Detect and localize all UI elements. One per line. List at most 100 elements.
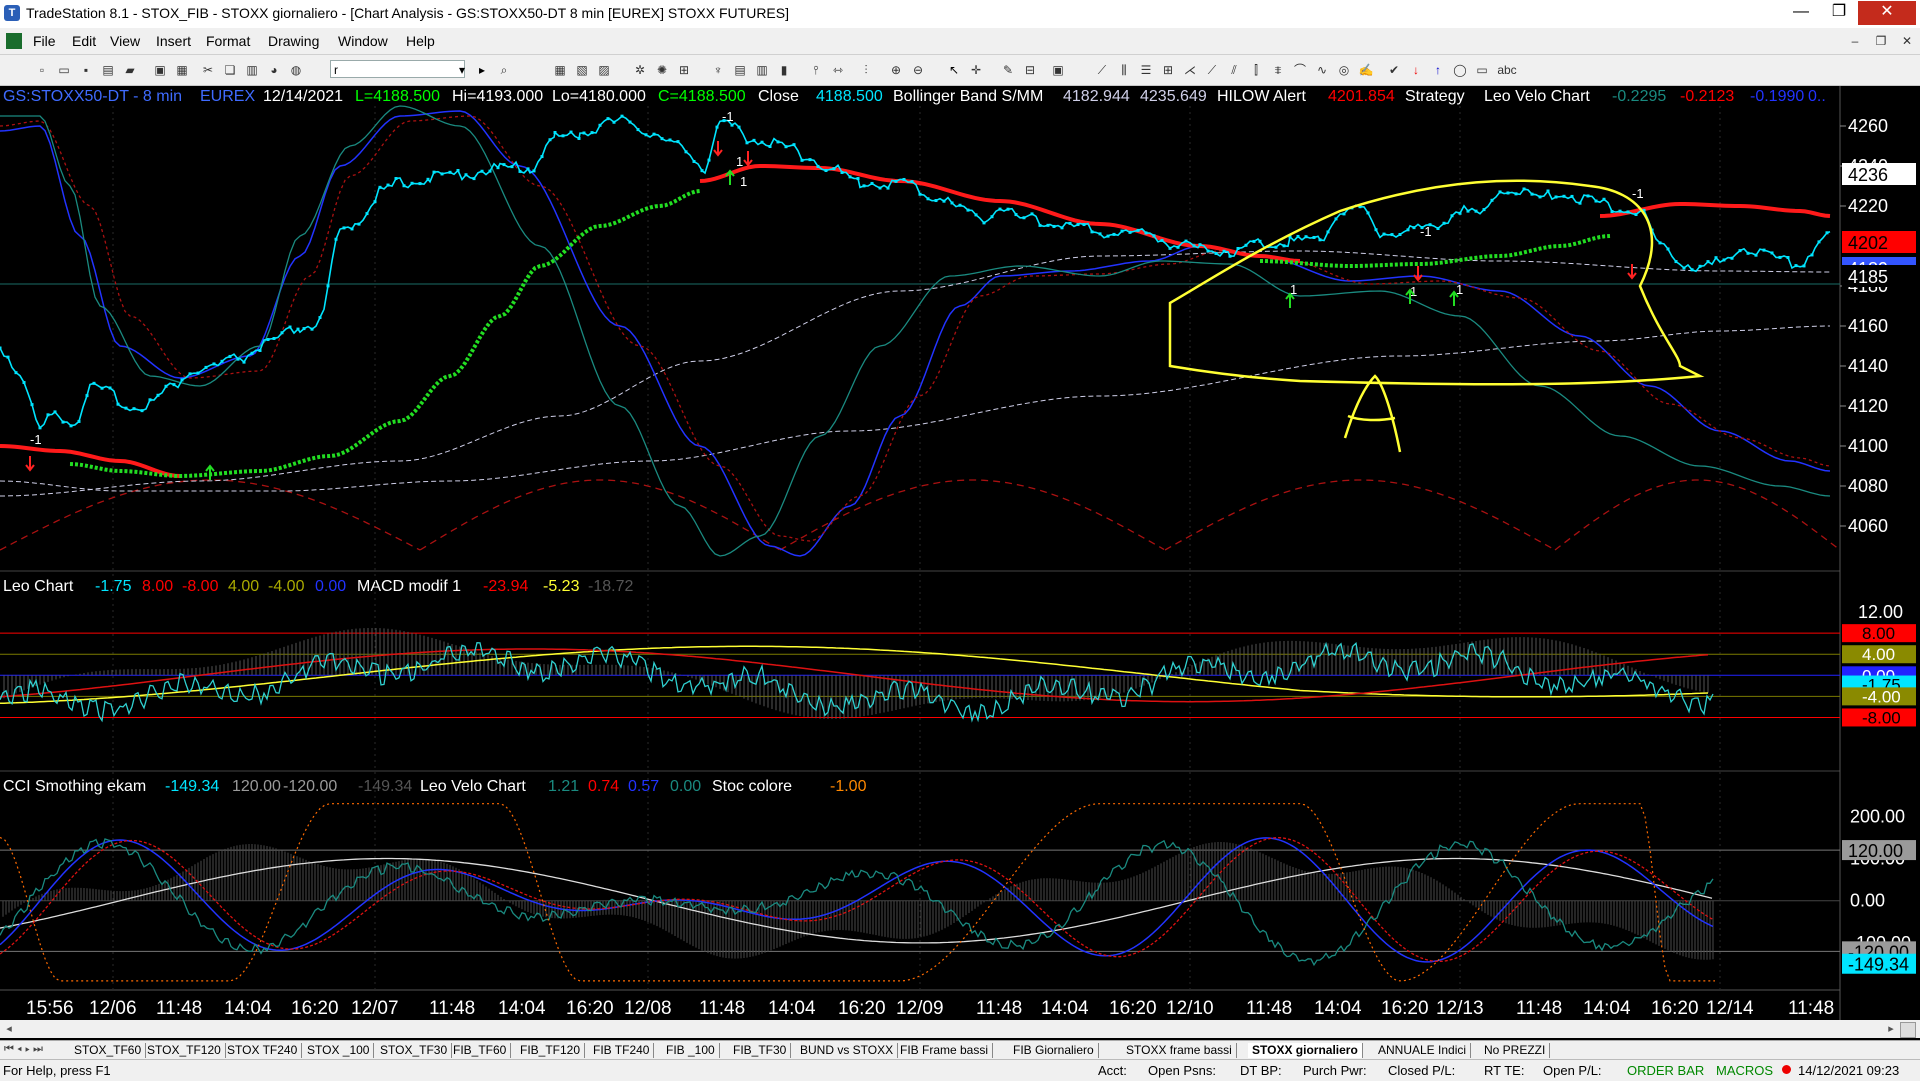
arrow-up-icon[interactable]: ↑: [1430, 62, 1446, 78]
mdi-close-button[interactable]: ✕: [1898, 32, 1916, 50]
tab-bund-vs-stoxx[interactable]: BUND vs STOXX: [796, 1043, 899, 1058]
rectangle-icon[interactable]: ▭: [1474, 62, 1490, 78]
order-bar-button[interactable]: ORDER BAR: [1627, 1063, 1704, 1078]
alerts-icon[interactable]: ♆: [710, 62, 726, 78]
price-bar: [280, 331, 284, 335]
print-icon[interactable]: ▦: [174, 62, 190, 78]
tab-fib-tf60[interactable]: FIB_TF60: [449, 1043, 512, 1058]
menu-view[interactable]: View: [110, 33, 140, 49]
line-chart-icon[interactable]: ⫯: [808, 62, 824, 78]
price-bar: [1006, 207, 1010, 211]
menu-help[interactable]: Help: [406, 33, 435, 49]
tab-stox-tf120[interactable]: STOX_TF120: [143, 1043, 226, 1058]
spiral-icon[interactable]: ◎: [1336, 62, 1352, 78]
chevron-down-icon[interactable]: ▾: [454, 62, 470, 78]
tab-fib-tf240[interactable]: FIB TF240: [589, 1043, 655, 1058]
freehand-icon[interactable]: ✍: [1358, 62, 1374, 78]
horizontal-scrollbar[interactable]: ◂ ▸: [0, 1020, 1920, 1038]
cycle-lines-icon[interactable]: ⫿: [1248, 62, 1264, 78]
radar-icon[interactable]: ▧: [574, 62, 590, 78]
chart-icon[interactable]: ▦: [552, 62, 568, 78]
copy-icon[interactable]: ❏: [222, 62, 238, 78]
symbol-combo[interactable]: r: [330, 60, 465, 78]
scroll-left-icon[interactable]: ◂: [0, 1020, 18, 1038]
tab-stoxx-frame-bassi[interactable]: STOXX frame bassi: [1122, 1043, 1237, 1058]
tab-annuale-indici[interactable]: ANNUALE Indici: [1374, 1043, 1472, 1058]
horizontal-lines-icon[interactable]: ☰: [1138, 62, 1154, 78]
trendline-icon[interactable]: ⟋: [1094, 62, 1110, 78]
tab-fib-frame-bassi[interactable]: FIB Frame bassi: [896, 1043, 994, 1058]
go-arrow-icon[interactable]: ▸: [474, 62, 490, 78]
chart-window[interactable]: GS:STOXX50-DT - 8 min EUREX 12/14/2021 L…: [0, 86, 1920, 1046]
speed-lines-icon[interactable]: ⋌: [1182, 62, 1198, 78]
globe-icon[interactable]: ◍: [288, 62, 304, 78]
vertical-lines-icon[interactable]: ⫼: [1116, 62, 1132, 78]
bar-chart-icon[interactable]: ▥: [754, 62, 770, 78]
arc-icon[interactable]: ⌒: [1292, 62, 1308, 78]
tab-stox-tf60[interactable]: STOX_TF60: [70, 1043, 147, 1058]
tab-stox-100[interactable]: STOX _100: [303, 1043, 375, 1058]
menu-insert[interactable]: Insert: [156, 33, 191, 49]
pointer-icon[interactable]: ↖: [946, 62, 962, 78]
scroll-thumb[interactable]: [1900, 1022, 1916, 1038]
symbol-lookup-icon[interactable]: ⌕: [496, 62, 512, 78]
zoom-in-icon[interactable]: ⊕: [888, 62, 904, 78]
arrow-down-icon[interactable]: ↓: [1408, 62, 1424, 78]
candle-icon[interactable]: ▮: [776, 62, 792, 78]
gann-fan-icon[interactable]: ⟋: [1204, 62, 1220, 78]
ellipse-icon[interactable]: ◯: [1452, 62, 1468, 78]
pie-chart-icon[interactable]: ◕: [266, 62, 282, 78]
menu-edit[interactable]: Edit: [72, 33, 96, 49]
open-icon[interactable]: ▭: [56, 62, 72, 78]
bar-spacing-icon[interactable]: ⫶: [858, 62, 874, 78]
tab-fib-tf30[interactable]: FIB_TF30: [729, 1043, 792, 1058]
tools-icon[interactable]: ✎: [1000, 62, 1016, 78]
tab-stox-tf30[interactable]: STOX_TF30: [376, 1043, 453, 1058]
price-bar: [982, 221, 986, 225]
time-range-icon[interactable]: ⇿: [830, 62, 846, 78]
tab-fib-tf120[interactable]: FIB_TF120: [516, 1043, 586, 1058]
crosshair-icon[interactable]: ✛: [968, 62, 984, 78]
scanner-icon[interactable]: ✲: [632, 62, 648, 78]
price-bar: [1382, 232, 1386, 236]
time-zones-icon[interactable]: ⩨: [1270, 62, 1286, 78]
fib-icon[interactable]: ⊞: [1160, 62, 1176, 78]
tab-fib-giornaliero[interactable]: FIB Giornaliero: [1009, 1043, 1099, 1058]
chart-window-icon[interactable]: [6, 33, 22, 49]
channel-icon[interactable]: ⫽: [1226, 62, 1242, 78]
cut-icon[interactable]: ✂: [200, 62, 216, 78]
drawing-objects-icon[interactable]: ⊟: [1022, 62, 1038, 78]
sine-wave-icon[interactable]: ∿: [1314, 62, 1330, 78]
text-tool-icon[interactable]: abc: [1496, 62, 1518, 78]
tab-nav-arrows-icon[interactable]: ⏮ ◂ ▸ ⏭: [4, 1043, 43, 1056]
mdi-minimize-button[interactable]: –: [1846, 32, 1864, 50]
minimize-button[interactable]: —: [1782, 1, 1820, 25]
menu-format[interactable]: Format: [206, 33, 250, 49]
workspace-icon[interactable]: ▤: [100, 62, 116, 78]
tab-stoxx-giornaliero[interactable]: STOXX giornaliero: [1248, 1043, 1363, 1058]
chart-canvas[interactable]: GS:STOXX50-DT - 8 min EUREX 12/14/2021 L…: [0, 86, 1920, 1020]
checkmark-icon[interactable]: ✔: [1386, 62, 1402, 78]
menu-file[interactable]: File: [33, 33, 56, 49]
scroll-right-icon[interactable]: ▸: [1882, 1020, 1900, 1038]
paste-icon[interactable]: ▥: [244, 62, 260, 78]
menu-drawing[interactable]: Drawing: [268, 33, 319, 49]
tab-fib-100[interactable]: FIB _100: [662, 1043, 720, 1058]
tab-no-prezzi[interactable]: No PREZZI: [1480, 1043, 1551, 1058]
macros-button[interactable]: MACROS: [1716, 1063, 1773, 1078]
mdi-restore-button[interactable]: ❐: [1872, 32, 1890, 50]
save-icon[interactable]: ▪: [78, 62, 94, 78]
new-icon[interactable]: ▫: [34, 62, 50, 78]
news-icon[interactable]: ▤: [732, 62, 748, 78]
layers-icon[interactable]: ▣: [1050, 62, 1066, 78]
tab-stox-tf240[interactable]: STOX TF240: [223, 1043, 303, 1058]
maximize-button[interactable]: ❐: [1820, 1, 1858, 25]
zoom-out-icon[interactable]: ⊖: [910, 62, 926, 78]
print-preview-icon[interactable]: ▣: [152, 62, 168, 78]
folder-icon[interactable]: ▰: [122, 62, 138, 78]
options-icon[interactable]: ✺: [654, 62, 670, 78]
close-button[interactable]: ✕: [1858, 1, 1916, 25]
menu-window[interactable]: Window: [338, 33, 388, 49]
portfolio-icon[interactable]: ⊞: [676, 62, 692, 78]
matrix-icon[interactable]: ▨: [596, 62, 612, 78]
